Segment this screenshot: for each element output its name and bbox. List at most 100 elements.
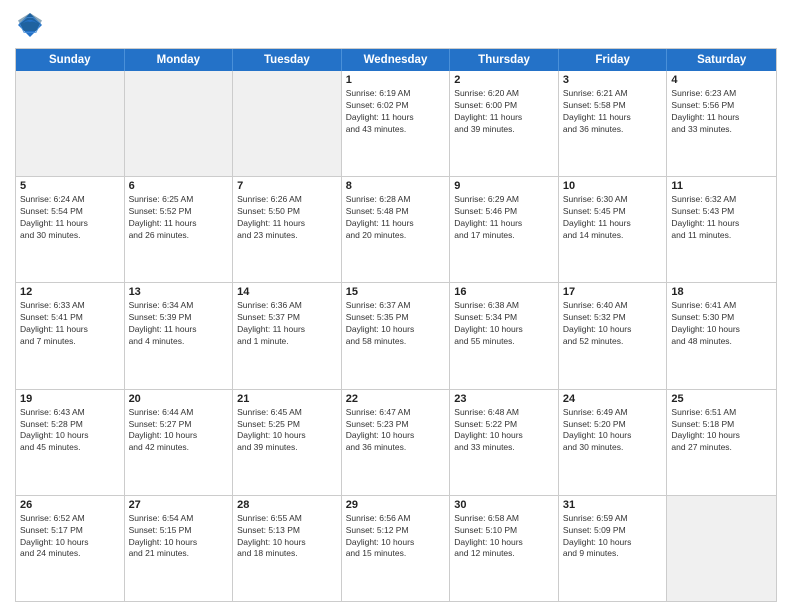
cell-info: Sunrise: 6:56 AM Sunset: 5:12 PM Dayligh…	[346, 513, 446, 561]
day-number: 22	[346, 393, 446, 405]
calendar: SundayMondayTuesdayWednesdayThursdayFrid…	[15, 48, 777, 602]
cell-info: Sunrise: 6:24 AM Sunset: 5:54 PM Dayligh…	[20, 194, 120, 242]
calendar-cell	[16, 71, 125, 176]
calendar-cell: 19 Sunrise: 6:43 AM Sunset: 5:28 PM Dayli…	[16, 390, 125, 495]
day-number: 27	[129, 499, 229, 511]
calendar-cell: 5 Sunrise: 6:24 AM Sunset: 5:54 PM Daylig…	[16, 177, 125, 282]
day-number: 31	[563, 499, 663, 511]
day-number: 17	[563, 286, 663, 298]
calendar-cell: 27 Sunrise: 6:54 AM Sunset: 5:15 PM Dayli…	[125, 496, 234, 601]
cell-info: Sunrise: 6:29 AM Sunset: 5:46 PM Dayligh…	[454, 194, 554, 242]
calendar-cell: 22 Sunrise: 6:47 AM Sunset: 5:23 PM Dayli…	[342, 390, 451, 495]
day-number: 18	[671, 286, 772, 298]
calendar-cell: 2 Sunrise: 6:20 AM Sunset: 6:00 PM Daylig…	[450, 71, 559, 176]
calendar-cell: 13 Sunrise: 6:34 AM Sunset: 5:39 PM Dayli…	[125, 283, 234, 388]
day-number: 28	[237, 499, 337, 511]
day-number: 11	[671, 180, 772, 192]
calendar-cell: 28 Sunrise: 6:55 AM Sunset: 5:13 PM Dayli…	[233, 496, 342, 601]
cell-info: Sunrise: 6:40 AM Sunset: 5:32 PM Dayligh…	[563, 300, 663, 348]
calendar-cell: 17 Sunrise: 6:40 AM Sunset: 5:32 PM Dayli…	[559, 283, 668, 388]
weekday-header-sunday: Sunday	[16, 49, 125, 71]
calendar-cell: 10 Sunrise: 6:30 AM Sunset: 5:45 PM Dayli…	[559, 177, 668, 282]
weekday-header-wednesday: Wednesday	[342, 49, 451, 71]
cell-info: Sunrise: 6:55 AM Sunset: 5:13 PM Dayligh…	[237, 513, 337, 561]
cell-info: Sunrise: 6:19 AM Sunset: 6:02 PM Dayligh…	[346, 88, 446, 136]
day-number: 1	[346, 74, 446, 86]
cell-info: Sunrise: 6:34 AM Sunset: 5:39 PM Dayligh…	[129, 300, 229, 348]
day-number: 7	[237, 180, 337, 192]
day-number: 5	[20, 180, 120, 192]
cell-info: Sunrise: 6:28 AM Sunset: 5:48 PM Dayligh…	[346, 194, 446, 242]
weekday-header-saturday: Saturday	[667, 49, 776, 71]
cell-info: Sunrise: 6:36 AM Sunset: 5:37 PM Dayligh…	[237, 300, 337, 348]
day-number: 23	[454, 393, 554, 405]
cell-info: Sunrise: 6:26 AM Sunset: 5:50 PM Dayligh…	[237, 194, 337, 242]
day-number: 9	[454, 180, 554, 192]
day-number: 10	[563, 180, 663, 192]
calendar-row-0: 1 Sunrise: 6:19 AM Sunset: 6:02 PM Daylig…	[16, 71, 776, 177]
cell-info: Sunrise: 6:47 AM Sunset: 5:23 PM Dayligh…	[346, 407, 446, 455]
calendar-cell: 7 Sunrise: 6:26 AM Sunset: 5:50 PM Daylig…	[233, 177, 342, 282]
calendar-cell: 8 Sunrise: 6:28 AM Sunset: 5:48 PM Daylig…	[342, 177, 451, 282]
weekday-header-monday: Monday	[125, 49, 234, 71]
calendar-cell: 21Sunrise: 6:45 AM Sunset: 5:25 PM Dayli…	[233, 390, 342, 495]
calendar-row-2: 12Sunrise: 6:33 AM Sunset: 5:41 PM Dayli…	[16, 283, 776, 389]
day-number: 2	[454, 74, 554, 86]
calendar-cell: 18 Sunrise: 6:41 AM Sunset: 5:30 PM Dayli…	[667, 283, 776, 388]
cell-info: Sunrise: 6:48 AM Sunset: 5:22 PM Dayligh…	[454, 407, 554, 455]
page: SundayMondayTuesdayWednesdayThursdayFrid…	[0, 0, 792, 612]
weekday-header-thursday: Thursday	[450, 49, 559, 71]
cell-info: Sunrise: 6:20 AM Sunset: 6:00 PM Dayligh…	[454, 88, 554, 136]
calendar-cell: 11 Sunrise: 6:32 AM Sunset: 5:43 PM Dayli…	[667, 177, 776, 282]
day-number: 29	[346, 499, 446, 511]
day-number: 16	[454, 286, 554, 298]
day-number: 30	[454, 499, 554, 511]
cell-info: Sunrise: 6:41 AM Sunset: 5:30 PM Dayligh…	[671, 300, 772, 348]
calendar-cell: 25 Sunrise: 6:51 AM Sunset: 5:18 PM Dayli…	[667, 390, 776, 495]
day-number: 24	[563, 393, 663, 405]
calendar-cell: 4 Sunrise: 6:23 AM Sunset: 5:56 PM Daylig…	[667, 71, 776, 176]
weekday-header-tuesday: Tuesday	[233, 49, 342, 71]
calendar-cell: 12Sunrise: 6:33 AM Sunset: 5:41 PM Dayli…	[16, 283, 125, 388]
cell-info: Sunrise: 6:54 AM Sunset: 5:15 PM Dayligh…	[129, 513, 229, 561]
day-number: 19	[20, 393, 120, 405]
logo-icon	[15, 10, 45, 40]
day-number: 13	[129, 286, 229, 298]
calendar-cell: 26 Sunrise: 6:52 AM Sunset: 5:17 PM Dayli…	[16, 496, 125, 601]
calendar-cell: 1 Sunrise: 6:19 AM Sunset: 6:02 PM Daylig…	[342, 71, 451, 176]
calendar-row-1: 5 Sunrise: 6:24 AM Sunset: 5:54 PM Daylig…	[16, 177, 776, 283]
cell-info: Sunrise: 6:32 AM Sunset: 5:43 PM Dayligh…	[671, 194, 772, 242]
logo	[15, 10, 49, 40]
calendar-row-3: 19 Sunrise: 6:43 AM Sunset: 5:28 PM Dayli…	[16, 390, 776, 496]
day-number: 20	[129, 393, 229, 405]
cell-info: Sunrise: 6:52 AM Sunset: 5:17 PM Dayligh…	[20, 513, 120, 561]
cell-info: Sunrise: 6:37 AM Sunset: 5:35 PM Dayligh…	[346, 300, 446, 348]
cell-info: Sunrise: 6:58 AM Sunset: 5:10 PM Dayligh…	[454, 513, 554, 561]
header	[15, 10, 777, 40]
cell-info: Sunrise: 6:25 AM Sunset: 5:52 PM Dayligh…	[129, 194, 229, 242]
day-number: 25	[671, 393, 772, 405]
cell-info: Sunrise: 6:23 AM Sunset: 5:56 PM Dayligh…	[671, 88, 772, 136]
calendar-cell: 24 Sunrise: 6:49 AM Sunset: 5:20 PM Dayli…	[559, 390, 668, 495]
cell-info: Sunrise: 6:51 AM Sunset: 5:18 PM Dayligh…	[671, 407, 772, 455]
cell-info: Sunrise: 6:33 AM Sunset: 5:41 PM Dayligh…	[20, 300, 120, 348]
day-number: 26	[20, 499, 120, 511]
day-number: 8	[346, 180, 446, 192]
cell-info: Sunrise: 6:59 AM Sunset: 5:09 PM Dayligh…	[563, 513, 663, 561]
day-number: 4	[671, 74, 772, 86]
cell-info: Sunrise: 6:30 AM Sunset: 5:45 PM Dayligh…	[563, 194, 663, 242]
cell-info: Sunrise: 6:43 AM Sunset: 5:28 PM Dayligh…	[20, 407, 120, 455]
cell-info: Sunrise: 6:49 AM Sunset: 5:20 PM Dayligh…	[563, 407, 663, 455]
calendar-cell	[125, 71, 234, 176]
cell-info: Sunrise: 6:38 AM Sunset: 5:34 PM Dayligh…	[454, 300, 554, 348]
calendar-cell: 29 Sunrise: 6:56 AM Sunset: 5:12 PM Dayli…	[342, 496, 451, 601]
day-number: 21	[237, 393, 337, 405]
weekday-header-friday: Friday	[559, 49, 668, 71]
calendar-cell: 16 Sunrise: 6:38 AM Sunset: 5:34 PM Dayli…	[450, 283, 559, 388]
day-number: 3	[563, 74, 663, 86]
calendar-cell: 30 Sunrise: 6:58 AM Sunset: 5:10 PM Dayli…	[450, 496, 559, 601]
calendar-cell: 14Sunrise: 6:36 AM Sunset: 5:37 PM Dayli…	[233, 283, 342, 388]
day-number: 15	[346, 286, 446, 298]
calendar-cell: 23 Sunrise: 6:48 AM Sunset: 5:22 PM Dayli…	[450, 390, 559, 495]
calendar-cell: 15 Sunrise: 6:37 AM Sunset: 5:35 PM Dayli…	[342, 283, 451, 388]
